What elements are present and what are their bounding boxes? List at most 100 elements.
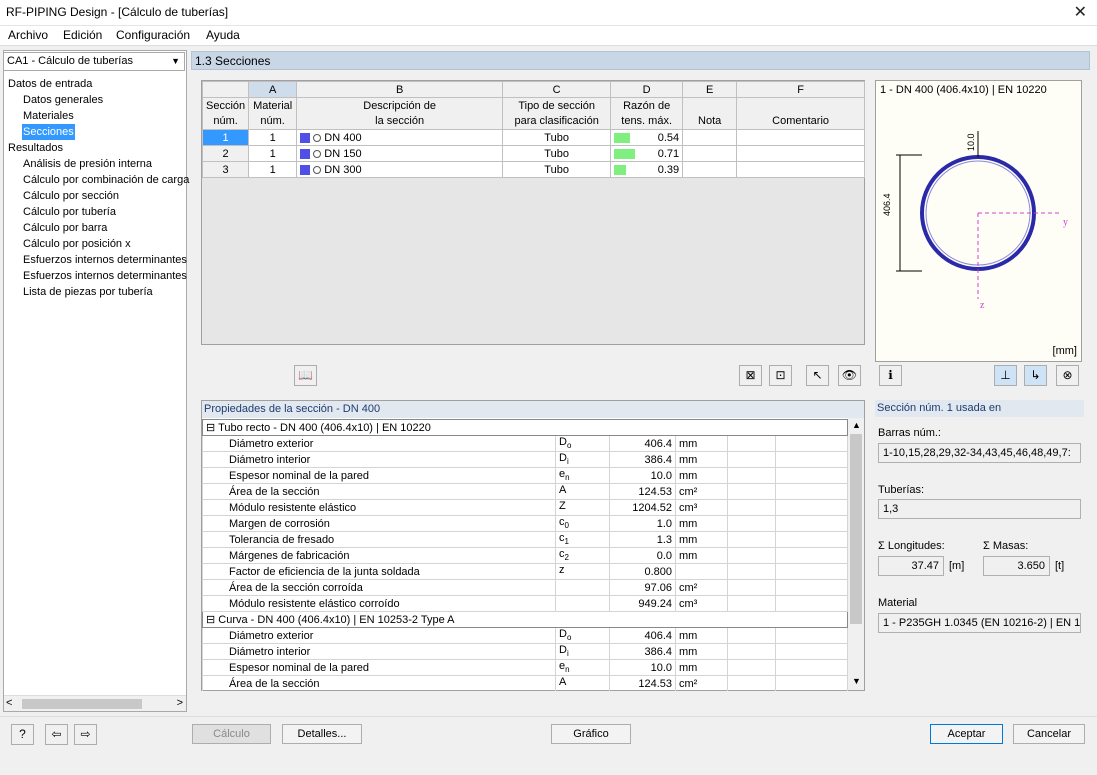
property-row[interactable]: Espesor nominal de la pared en 10.0 mm — [202, 467, 848, 484]
table-row[interactable]: 3 1 DN 300 Tubo 0.39 — [201, 161, 865, 178]
scrollbar-thumb[interactable] — [22, 699, 142, 709]
calc-button[interactable]: Cálculo — [192, 724, 271, 744]
axes-icon[interactable]: ↳ — [1024, 365, 1047, 386]
comment-cell[interactable] — [736, 129, 865, 146]
tree-item-result-6[interactable]: Cálculo por posición x — [23, 236, 131, 252]
material-cell[interactable]: 1 — [248, 161, 298, 178]
menu-edicion[interactable]: Edición — [63, 28, 102, 42]
property-row[interactable]: Márgenes de fabricación c2 0.0 mm — [202, 547, 848, 564]
menu-archivo[interactable]: Archivo — [8, 28, 48, 42]
tree-item-result-2[interactable]: Cálculo por combinación de carga — [23, 172, 189, 188]
help-icon[interactable]: ? — [11, 724, 34, 745]
type-cell[interactable]: Tubo — [502, 129, 612, 146]
group-row[interactable]: ⊟ Curva - DN 400 (406.4x10) | EN 10253-2… — [202, 611, 848, 628]
comment-cell[interactable] — [736, 161, 865, 178]
library-icon[interactable]: 📖 — [294, 365, 317, 386]
property-row[interactable]: Factor de eficiencia de la junta soldada… — [202, 563, 848, 580]
property-row[interactable]: Diámetro exterior Do 406.4 mm — [202, 435, 848, 452]
ratio-value: 0.71 — [657, 147, 680, 160]
col-letter-c[interactable]: C — [502, 81, 612, 98]
import-excel-icon[interactable]: ⊡ — [769, 365, 792, 386]
scroll-down-icon[interactable]: ▼ — [852, 676, 861, 686]
row-number[interactable]: 2 — [201, 145, 250, 162]
property-row[interactable]: Área de la sección corroída 97.06 cm² — [202, 579, 848, 596]
case-select[interactable]: CA1 - Cálculo de tuberías ▼ — [3, 52, 185, 71]
col-letter-d[interactable]: D — [610, 81, 684, 98]
view-icon[interactable]: 👁 — [838, 365, 861, 386]
row-number[interactable]: 1 — [201, 129, 250, 146]
property-row[interactable]: Diámetro interior Di 386.4 mm — [202, 451, 848, 468]
property-row[interactable]: Espesor nominal de la pared en 10.0 mm — [202, 659, 848, 676]
property-row[interactable]: Tolerancia de fresado c1 1.3 mm — [202, 531, 848, 548]
property-row[interactable]: Área de la sección A 124.53 cm² — [202, 675, 848, 691]
description-cell[interactable]: DN 300 — [296, 161, 504, 178]
note-cell[interactable] — [682, 145, 738, 162]
property-symbol: en — [555, 659, 610, 676]
col-letter-e[interactable]: E — [682, 81, 738, 98]
tree-item-result-5[interactable]: Cálculo por barra — [23, 220, 107, 236]
graphic-button[interactable]: Gráfico — [551, 724, 631, 744]
type-cell[interactable]: Tubo — [502, 145, 612, 162]
export-excel-icon[interactable]: ⊠ — [739, 365, 762, 386]
info-icon[interactable]: ℹ — [879, 365, 902, 386]
close-icon[interactable]: ✕ — [1074, 2, 1087, 22]
navigator-scrollbar[interactable]: < > — [4, 695, 186, 711]
material-field[interactable]: 1 - P235GH 1.0345 (EN 10216-2) | EN 1: — [878, 613, 1081, 633]
description-cell[interactable]: DN 150 — [296, 145, 504, 162]
property-row[interactable]: Margen de corrosión c0 1.0 mm — [202, 515, 848, 532]
zoom-reset-icon[interactable]: ⊗ — [1056, 365, 1079, 386]
members-field[interactable]: 1-10,15,28,29,32-34,43,45,46,48,49,7: — [878, 443, 1081, 463]
property-row[interactable]: Diámetro interior Di 386.4 mm — [202, 643, 848, 660]
tree-group-results[interactable]: Resultados — [8, 140, 63, 156]
scroll-left-icon[interactable]: < — [6, 697, 12, 709]
row-number[interactable]: 3 — [201, 161, 250, 178]
menu-configuracion[interactable]: Configuración — [116, 28, 190, 42]
property-row[interactable]: Módulo resistente elástico corroído 949.2… — [202, 595, 848, 612]
details-button[interactable]: Detalles... — [282, 724, 362, 744]
collapse-icon[interactable]: ⊟ — [206, 614, 215, 626]
tree-group-input[interactable]: Datos de entrada — [8, 76, 92, 92]
tree-item-result-7[interactable]: Esfuerzos internos determinantes — [23, 252, 187, 268]
type-cell[interactable]: Tubo — [502, 161, 612, 178]
tree-item-result-8[interactable]: Esfuerzos internos determinantes — [23, 268, 187, 284]
dimension-icon[interactable]: ⊥ — [994, 365, 1017, 386]
group-row[interactable]: ⊟ Tubo recto - DN 400 (406.4x10) | EN 10… — [202, 419, 848, 436]
scroll-up-icon[interactable]: ▲ — [852, 420, 861, 430]
table-row[interactable]: 2 1 DN 150 Tubo 0.71 — [201, 145, 865, 162]
scrollbar-thumb[interactable] — [850, 434, 862, 624]
chevron-down-icon[interactable]: ▼ — [171, 56, 180, 66]
tree-item-result-1[interactable]: Análisis de presión interna — [23, 156, 152, 172]
note-cell[interactable] — [682, 161, 738, 178]
pick-icon[interactable]: ↖ — [806, 365, 829, 386]
tree-item-general[interactable]: Datos generales — [23, 92, 103, 108]
property-extra-2 — [775, 515, 848, 532]
tree-item-result-3[interactable]: Cálculo por sección — [23, 188, 119, 204]
tree-item-result-9[interactable]: Lista de piezas por tubería — [23, 284, 153, 300]
material-cell[interactable]: 1 — [248, 129, 298, 146]
tree-item-sections[interactable]: Secciones — [22, 124, 75, 140]
comment-cell[interactable] — [736, 145, 865, 162]
col-letter-b[interactable]: B — [296, 81, 504, 98]
previous-icon[interactable]: ⇦ — [45, 724, 68, 745]
pipes-field[interactable]: 1,3 — [878, 499, 1081, 519]
scroll-right-icon[interactable]: > — [177, 697, 183, 709]
col-letter-f[interactable]: F — [736, 81, 865, 98]
properties-scrollbar[interactable]: ▲ ▼ — [848, 418, 864, 690]
col-letter-a[interactable]: A — [248, 81, 298, 98]
tree-item-materials[interactable]: Materiales — [23, 108, 74, 124]
tree-item-result-4[interactable]: Cálculo por tubería — [23, 204, 116, 220]
masses-field[interactable]: 3.650 — [983, 556, 1050, 576]
menu-ayuda[interactable]: Ayuda — [206, 28, 240, 42]
table-row[interactable]: 1 1 DN 400 Tubo 0.54 — [201, 129, 865, 146]
cancel-button[interactable]: Cancelar — [1013, 724, 1085, 744]
lengths-field[interactable]: 37.47 — [878, 556, 944, 576]
collapse-icon[interactable]: ⊟ — [206, 422, 215, 434]
next-icon[interactable]: ⇨ — [74, 724, 97, 745]
material-cell[interactable]: 1 — [248, 145, 298, 162]
description-cell[interactable]: DN 400 — [296, 129, 504, 146]
property-row[interactable]: Módulo resistente elástico Z 1204.52 cm³ — [202, 499, 848, 516]
property-row[interactable]: Diámetro exterior Do 406.4 mm — [202, 627, 848, 644]
ok-button[interactable]: Aceptar — [930, 724, 1003, 744]
property-row[interactable]: Área de la sección A 124.53 cm² — [202, 483, 848, 500]
note-cell[interactable] — [682, 129, 738, 146]
